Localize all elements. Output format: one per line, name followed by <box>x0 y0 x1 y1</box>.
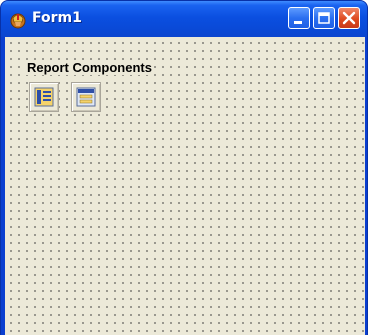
report-page-icon <box>76 87 96 107</box>
minimize-icon <box>294 21 302 24</box>
close-button[interactable] <box>338 7 360 29</box>
report-component-1[interactable] <box>29 82 59 112</box>
title-bar[interactable]: Form1 <box>1 1 367 37</box>
maximize-button[interactable] <box>313 7 335 29</box>
form-design-surface[interactable] <box>5 37 365 335</box>
minimize-button[interactable] <box>288 7 310 29</box>
report-component-2[interactable] <box>71 82 101 112</box>
maximize-icon <box>318 12 330 24</box>
report-components-label: Report Components <box>26 60 153 75</box>
delphi-helmet-icon[interactable] <box>9 11 27 29</box>
report-band-icon <box>34 87 54 107</box>
form-window: Form1 <box>0 0 368 335</box>
window-title: Form1 <box>32 10 82 26</box>
close-icon <box>342 11 356 25</box>
